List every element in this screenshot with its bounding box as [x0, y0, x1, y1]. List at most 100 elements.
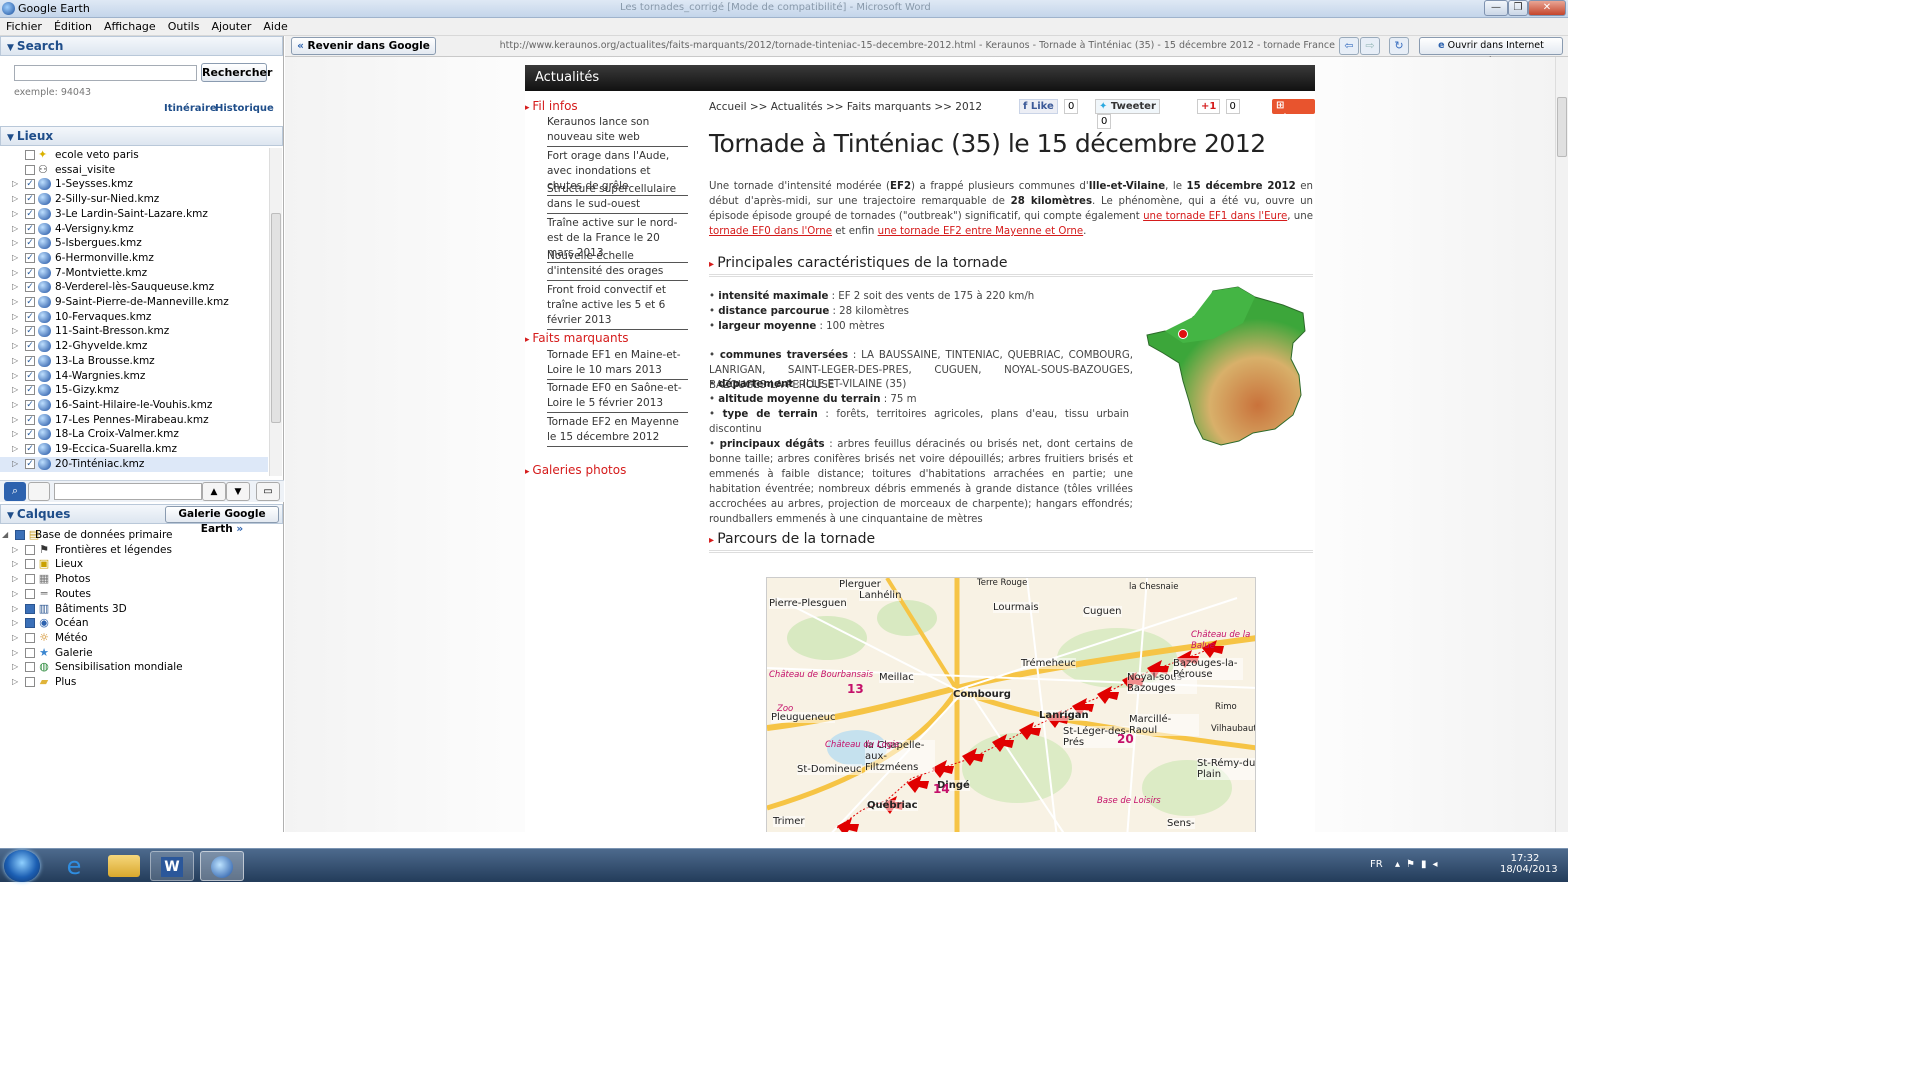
expand-arrow-icon[interactable]: ▷	[12, 557, 18, 571]
layer-item[interactable]: ▷ ▰ Plus	[0, 675, 270, 690]
places-filter-input[interactable]	[54, 483, 202, 500]
place-checkbox[interactable]: ✓	[25, 444, 35, 454]
expand-arrow-icon[interactable]: ▷	[12, 354, 18, 368]
places-item[interactable]: ▷ ✓ 4-Versigny.kmz	[0, 222, 268, 237]
places-item[interactable]: ▷ ✓ 11-Saint-Bresson.kmz	[0, 324, 268, 339]
expand-arrow-icon[interactable]: ▷	[12, 646, 18, 660]
places-scrollbar[interactable]	[269, 148, 282, 476]
expand-arrow-icon[interactable]: ▷	[12, 587, 18, 601]
search-section-header[interactable]: ▼ Search	[0, 36, 283, 56]
layer-item[interactable]: ◢ ▤ Base de données primaire	[0, 528, 260, 543]
maximize-button[interactable]: ❐	[1508, 0, 1528, 16]
expand-arrow-icon[interactable]: ▷	[12, 280, 18, 294]
menu-fichier[interactable]: Fichier	[0, 18, 48, 35]
link-ef2-mayenne-orne[interactable]: une tornade EF2 entre Mayenne et Orne	[878, 226, 1084, 237]
place-checkbox[interactable]: ✓	[25, 179, 35, 190]
expand-arrow-icon[interactable]: ▷	[12, 675, 18, 689]
place-checkbox[interactable]: ✓	[25, 429, 35, 440]
place-checkbox[interactable]: ✓	[25, 311, 35, 322]
layer-item[interactable]: ▷ ◉ Océan	[0, 616, 270, 631]
layer-checkbox[interactable]	[25, 544, 35, 555]
fil-infos-item[interactable]: Structure supercellulaire dans le sud-ou…	[547, 182, 688, 214]
expand-arrow-icon[interactable]: ▷	[12, 251, 18, 265]
layer-item[interactable]: ▷ ▣ Lieux	[0, 557, 270, 572]
menu-ajouter[interactable]: Ajouter	[205, 18, 257, 35]
places-item[interactable]: ▷ ✓ 3-Le Lardin-Saint-Lazare.kmz	[0, 207, 268, 222]
back-to-earth-button[interactable]: « Revenir dans Google Earth	[291, 37, 436, 68]
expand-arrow-icon[interactable]: ▷	[12, 324, 18, 338]
expand-arrow-icon[interactable]: ▷	[12, 295, 18, 309]
places-item[interactable]: ▷ ✓ 15-Gizy.kmz	[0, 383, 268, 398]
layer-checkbox[interactable]	[25, 647, 35, 658]
expand-arrow-icon[interactable]: ▷	[12, 602, 18, 616]
places-item[interactable]: ▷ ✓ 20-Tinténiac.kmz	[0, 456, 268, 472]
expand-arrow-icon[interactable]: ▷	[12, 383, 18, 397]
places-item[interactable]: ▷ ✓ 13-La Brousse.kmz	[0, 354, 268, 369]
places-item[interactable]: ▷ ✓ 10-Fervaques.kmz	[0, 310, 268, 325]
faits-marquants-item[interactable]: Tornade EF1 en Maine-et-Loire le 10 mars…	[547, 348, 688, 380]
google-earth-taskbar-button[interactable]	[200, 851, 244, 881]
tray-icons[interactable]: ▴⚑▮◂	[1395, 859, 1444, 870]
expand-arrow-icon[interactable]: ◢	[2, 528, 8, 542]
google-plus-widget[interactable]: +1 0	[1197, 99, 1247, 114]
word-taskbar-button[interactable]: W	[150, 851, 194, 881]
expand-arrow-icon[interactable]: ▷	[12, 236, 18, 250]
breadcrumb[interactable]: Accueil >> Actualités >> Faits marquants…	[709, 101, 982, 113]
tweet-button[interactable]: ✦ Tweeter	[1095, 99, 1160, 114]
plus-one-button[interactable]: +1	[1197, 99, 1221, 114]
expand-arrow-icon[interactable]: ▷	[12, 427, 18, 441]
layer-checkbox[interactable]	[25, 574, 35, 585]
expand-arrow-icon[interactable]: ▷	[12, 413, 18, 427]
expand-arrow-icon[interactable]: ▷	[12, 631, 18, 645]
clock[interactable]: 17:32 18/04/2013	[1500, 853, 1558, 875]
expand-arrow-icon[interactable]: ▷	[12, 192, 18, 206]
history-link[interactable]: Historique	[215, 103, 274, 114]
layer-checkbox[interactable]	[25, 677, 35, 687]
expand-arrow-icon[interactable]: ▷	[12, 207, 18, 221]
search-places-icon[interactable]: ⌕	[4, 482, 26, 501]
places-item[interactable]: ▷ ✓ 1-Seysses.kmz	[0, 177, 268, 192]
place-checkbox[interactable]: ✓	[25, 458, 35, 469]
fil-infos-item[interactable]: Front froid convectif et traîne active l…	[547, 283, 688, 330]
place-checkbox[interactable]: ✓	[25, 282, 35, 293]
folder-icon[interactable]: ▭	[256, 482, 280, 501]
expand-arrow-icon[interactable]: ▷	[12, 310, 18, 324]
place-checkbox[interactable]: ✓	[25, 223, 35, 234]
fil-infos-item[interactable]: Keraunos lance son nouveau site web	[547, 115, 688, 147]
layer-item[interactable]: ▷ ▦ Photos	[0, 572, 270, 587]
faits-marquants-heading[interactable]: Faits marquants	[525, 331, 628, 345]
menu-aide[interactable]: Aide	[257, 18, 293, 35]
faits-marquants-item[interactable]: Tornade EF2 en Mayenne le 15 décembre 20…	[547, 415, 688, 447]
facebook-like-widget[interactable]: f Like 0	[1019, 99, 1079, 114]
expand-arrow-icon[interactable]: ▷	[12, 660, 18, 674]
link-ef0-orne[interactable]: tornade EF0 dans l'Orne	[709, 226, 832, 237]
menu-outils[interactable]: Outils	[162, 18, 206, 35]
expand-arrow-icon[interactable]: ▷	[12, 177, 18, 191]
place-checkbox[interactable]: ✓	[25, 399, 35, 410]
places-item[interactable]: ▷ ✓ 6-Hermonville.kmz	[0, 251, 268, 266]
fil-infos-heading[interactable]: Fil infos	[525, 99, 577, 113]
rechercher-button[interactable]: Rechercher	[201, 63, 272, 82]
place-checkbox[interactable]	[25, 164, 35, 175]
places-item[interactable]: ▷ ✓ 18-La Croix-Valmer.kmz	[0, 427, 268, 442]
layer-checkbox[interactable]	[25, 618, 35, 629]
expand-arrow-icon[interactable]: ▷	[12, 339, 18, 353]
link-ef1-eure[interactable]: une tornade EF1 dans l'Eure	[1143, 211, 1287, 222]
minimize-button[interactable]: —	[1484, 0, 1508, 16]
file-explorer-icon[interactable]	[108, 855, 140, 877]
search-input[interactable]	[14, 65, 197, 81]
back-arrow-icon[interactable]: ⇦	[1339, 37, 1359, 55]
expand-arrow-icon[interactable]: ▷	[12, 572, 18, 586]
forward-arrow-icon[interactable]: ⇨	[1360, 37, 1380, 55]
place-checkbox[interactable]: ✓	[25, 297, 35, 307]
expand-arrow-icon[interactable]: ▷	[12, 222, 18, 236]
like-button[interactable]: f Like	[1019, 99, 1058, 114]
faits-marquants-item[interactable]: Tornade EF0 en Saône-et-Loire le 5 févri…	[547, 381, 688, 413]
fil-infos-item[interactable]: Nouvelle échelle d'intensité des orages	[547, 249, 688, 281]
layer-item[interactable]: ▷ ☼ Météo	[0, 631, 270, 646]
menu-affichage[interactable]: Affichage	[98, 18, 162, 35]
places-item[interactable]: ▷ ✓ 19-Eccica-Suarella.kmz	[0, 442, 268, 457]
close-button[interactable]: ✕	[1528, 0, 1566, 16]
layer-item[interactable]: ▷ ★ Galerie	[0, 646, 270, 661]
layer-item[interactable]: ▷ ⚑ Frontières et légendes	[0, 543, 270, 558]
